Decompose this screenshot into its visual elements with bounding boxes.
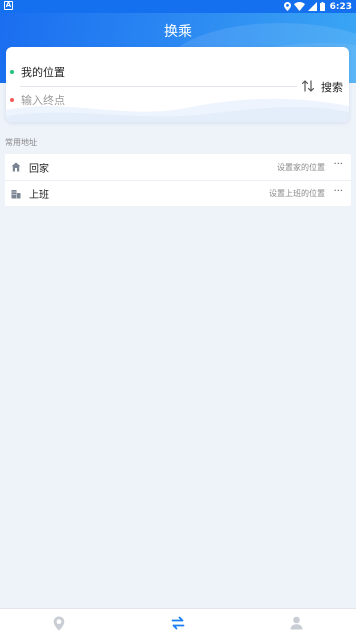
swap-arrows-icon xyxy=(301,80,315,92)
status-bar: A 6:23 xyxy=(0,0,356,13)
address-name: 回家 xyxy=(29,163,49,175)
battery-icon xyxy=(319,2,325,11)
common-address-list: 回家 设置家的位置 ··· 上班 设置上班的位置 ··· xyxy=(5,154,351,206)
tab-map[interactable] xyxy=(0,609,119,637)
origin-dot-icon xyxy=(10,70,14,74)
status-icons: 6:23 xyxy=(283,1,352,12)
address-item-work[interactable]: 上班 设置上班的位置 ··· xyxy=(5,180,351,206)
address-hint[interactable]: 设置家的位置 xyxy=(277,162,325,173)
tab-profile[interactable] xyxy=(237,609,356,637)
destination-dot-icon xyxy=(10,98,14,102)
location-status-icon xyxy=(283,2,291,11)
status-time: 6:23 xyxy=(329,1,352,12)
more-options-button[interactable]: ··· xyxy=(333,186,343,197)
notification-a-icon: A xyxy=(4,1,13,10)
origin-field[interactable]: 我的位置 xyxy=(21,64,65,80)
address-hint[interactable]: 设置上班的位置 xyxy=(269,188,325,199)
more-options-button[interactable]: ··· xyxy=(333,159,343,170)
wifi-icon xyxy=(293,2,305,11)
origin-row[interactable]: 我的位置 xyxy=(10,65,65,79)
bottom-tab-bar xyxy=(0,608,356,637)
location-pin-icon xyxy=(54,616,65,630)
section-label-common-addresses: 常用地址 xyxy=(5,138,37,147)
address-name: 上班 xyxy=(29,190,49,201)
route-input-card: 我的位置 搜索 xyxy=(6,47,349,122)
destination-input[interactable] xyxy=(21,93,221,107)
search-button[interactable]: 搜索 xyxy=(321,79,343,95)
cell-signal-icon xyxy=(307,2,317,11)
tab-transfer[interactable] xyxy=(119,609,238,637)
transfer-arrows-icon xyxy=(171,616,185,630)
user-icon xyxy=(290,616,303,630)
destination-row[interactable] xyxy=(10,93,221,107)
page-title: 换乘 xyxy=(164,24,192,40)
home-icon xyxy=(11,162,21,172)
swap-button[interactable] xyxy=(300,78,316,94)
office-icon xyxy=(11,189,21,199)
input-divider xyxy=(20,86,297,87)
address-item-home[interactable]: 回家 设置家的位置 ··· xyxy=(5,154,351,180)
